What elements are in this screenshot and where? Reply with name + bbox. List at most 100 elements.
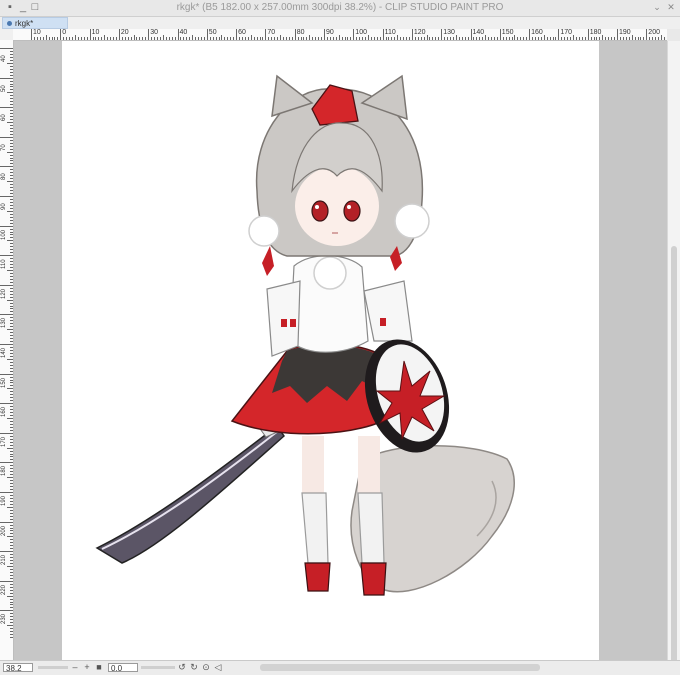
ruler-v-tick: [10, 131, 13, 132]
ruler-v-tick: [10, 380, 13, 381]
rotation-slider[interactable]: [141, 666, 175, 669]
ruler-v-tick: [10, 341, 13, 342]
ruler-v-tick: [10, 412, 13, 413]
close-icon[interactable]: ✕: [665, 1, 677, 13]
ruler-v-tick: [10, 338, 13, 339]
ruler-v-tick: [10, 232, 13, 233]
canvas-workspace[interactable]: [14, 41, 667, 660]
zoom-out-button[interactable]: –: [70, 662, 80, 673]
ruler-v-tick: [0, 344, 13, 345]
ruler-h-tick: [368, 35, 369, 40]
ruler-h-tick: [295, 29, 296, 40]
canvas-tab[interactable]: rkgk*: [2, 17, 68, 29]
ruler-v-tick: [10, 486, 13, 487]
ruler-h-tick: [339, 35, 340, 40]
ruler-h-tick: [46, 35, 47, 40]
ruler-h-tick: [236, 29, 237, 40]
ruler-h-tick: [403, 37, 404, 40]
ruler-h-tick: [476, 37, 477, 40]
ruler-h-tick: [63, 37, 64, 40]
ruler-v-tick: [10, 172, 13, 173]
collapse-icon[interactable]: ⌄: [651, 1, 663, 13]
ruler-h-tick: [482, 37, 483, 40]
ruler-h-tick: [462, 37, 463, 40]
ruler-v-tick: [10, 193, 13, 194]
ruler-h-tick: [169, 37, 170, 40]
ruler-v-tick: [7, 211, 13, 212]
ruler-h-tick: [37, 37, 38, 40]
ruler-h-tick: [617, 29, 618, 40]
canvas-paper[interactable]: [62, 41, 599, 660]
fit-canvas-icon[interactable]: ■: [94, 662, 104, 673]
ruler-v-tick: [10, 391, 13, 392]
ruler-h-tick: [658, 37, 659, 40]
ruler-h-tick: [54, 37, 55, 40]
ruler-v-tick: [10, 350, 13, 351]
ruler-h-tick: [550, 37, 551, 40]
rotation-input[interactable]: 0.0: [108, 663, 138, 672]
ruler-v-tick: [10, 406, 13, 407]
canvas-tab-bar: rkgk*: [0, 17, 680, 29]
ruler-h-tick: [160, 37, 161, 40]
ruler-h-tick: [555, 37, 556, 40]
ruler-v-tick: [10, 326, 13, 327]
ruler-h-tick: [635, 37, 636, 40]
ruler-v-tick: [7, 388, 13, 389]
vertical-scroll-thumb[interactable]: [671, 246, 677, 666]
ruler-v-tick: [10, 72, 13, 73]
ruler-h-tick: [558, 29, 559, 40]
ruler-v-tick: [10, 474, 13, 475]
ruler-h-tick: [509, 37, 510, 40]
ruler-v-tick: [10, 397, 13, 398]
ruler-v-tick: [10, 125, 13, 126]
ruler-v-tick: [10, 143, 13, 144]
ruler-v-tick: [10, 155, 13, 156]
ruler-v-tick: [10, 86, 13, 87]
ruler-v-tick: [10, 516, 13, 517]
ruler-h-tick: [75, 35, 76, 40]
ruler-v-label: 170: [1, 437, 7, 447]
ruler-h-tick: [289, 37, 290, 40]
ruler-h-tick: [345, 37, 346, 40]
zoom-slider[interactable]: [38, 666, 68, 669]
ruler-v-tick: [0, 462, 13, 463]
ruler-v-tick: [10, 634, 13, 635]
reset-rotation-icon[interactable]: ⊙: [201, 662, 211, 673]
zoom-in-button[interactable]: +: [82, 662, 92, 673]
ruler-h-tick: [506, 37, 507, 40]
ruler-v-tick: [10, 628, 13, 629]
ruler-v-tick: [10, 385, 13, 386]
ruler-v-tick: [10, 563, 13, 564]
rotate-left-icon[interactable]: ↺: [177, 662, 187, 673]
ruler-v-tick: [7, 63, 13, 64]
ruler-h-tick: [318, 37, 319, 40]
ruler-v-tick: [10, 394, 13, 395]
ruler-h-tick: [119, 29, 120, 40]
rotate-right-icon[interactable]: ↻: [189, 662, 199, 673]
ruler-v-tick: [10, 317, 13, 318]
ruler-v-tick: [10, 548, 13, 549]
window-title: rkgk* (B5 182.00 x 257.00mm 300dpi 38.2%…: [0, 2, 680, 13]
horizontal-ruler[interactable]: 1001020304050607080901001101201301401501…: [13, 29, 667, 41]
status-bar: 38.2 – + ■ 0.0 ↺ ↻ ⊙ ◁: [0, 660, 680, 675]
ruler-h-tick: [309, 35, 310, 40]
ruler-h-tick: [227, 37, 228, 40]
ruler-h-tick: [128, 37, 129, 40]
horizontal-scroll-thumb[interactable]: [260, 664, 540, 671]
zoom-input[interactable]: 38.2: [3, 663, 33, 672]
ruler-v-tick: [10, 134, 13, 135]
ruler-v-tick: [10, 297, 13, 298]
flip-horizontal-icon[interactable]: ◁: [213, 662, 223, 673]
ruler-v-tick: [10, 489, 13, 490]
ruler-v-tick: [10, 400, 13, 401]
ruler-v-tick: [10, 119, 13, 120]
ruler-h-tick: [186, 37, 187, 40]
ruler-v-tick: [0, 78, 13, 79]
vertical-ruler[interactable]: 4050607080901001101201301401501601701801…: [0, 40, 14, 660]
ruler-v-tick: [10, 427, 13, 428]
ruler-h-tick: [573, 35, 574, 40]
ruler-h-tick: [145, 37, 146, 40]
vertical-scrollbar[interactable]: [667, 41, 680, 660]
ruler-v-tick: [10, 288, 13, 289]
ruler-h-tick: [131, 37, 132, 40]
